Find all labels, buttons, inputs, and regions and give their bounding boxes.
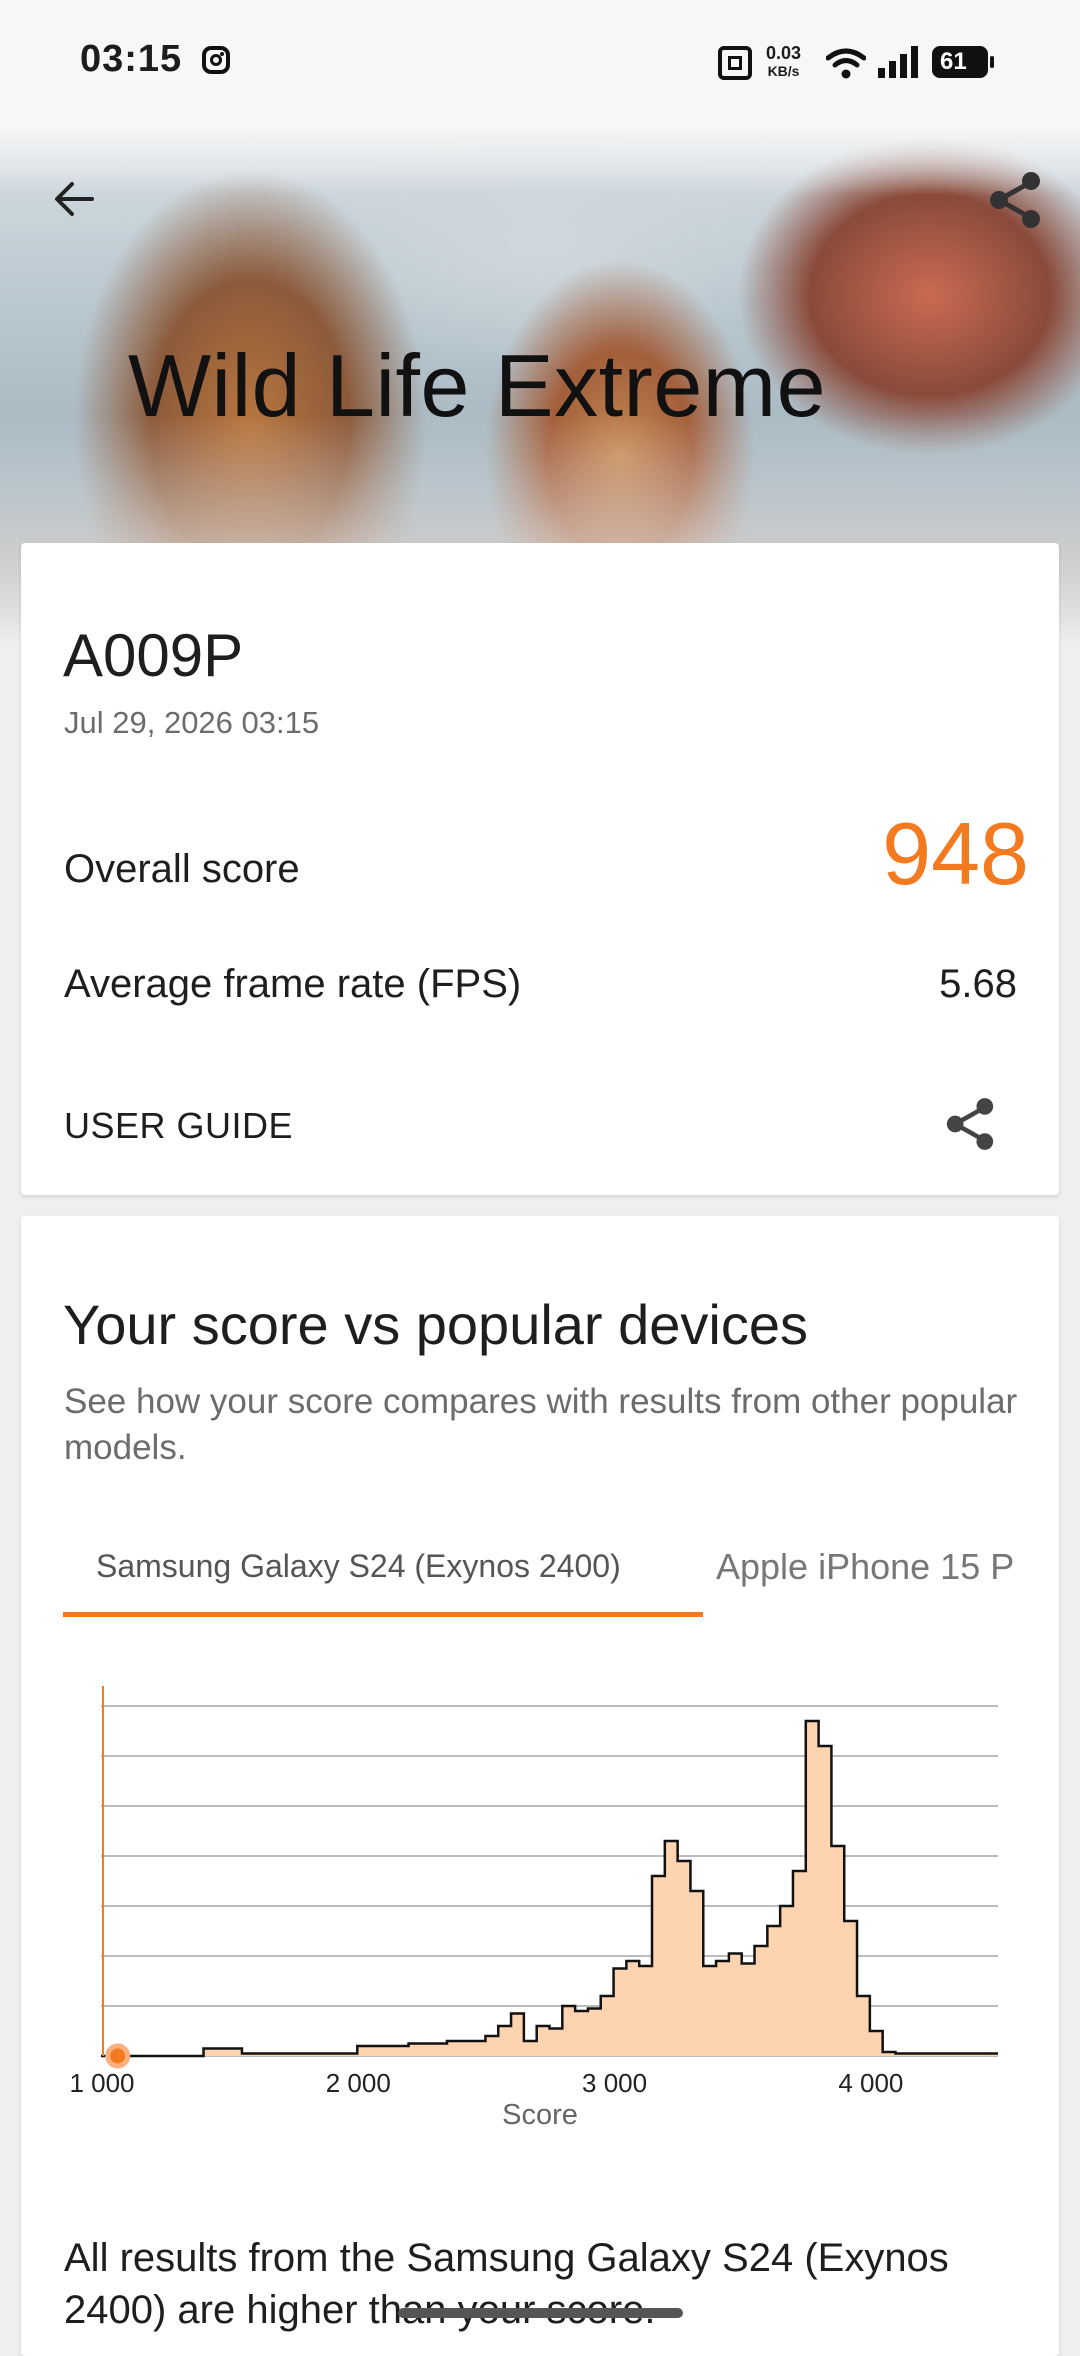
nfc-icon [718, 46, 752, 80]
comparison-title: Your score vs popular devices [63, 1293, 809, 1356]
instagram-icon [202, 46, 230, 74]
benchmark-title: Wild Life Extreme [128, 336, 827, 435]
network-speed-unit: KB/s [767, 63, 800, 79]
overall-score-label: Overall score [64, 847, 300, 891]
fps-label: Average frame rate (FPS) [64, 962, 522, 1006]
x-tick-label: 2 000 [326, 2068, 391, 2098]
x-tick-label: 3 000 [582, 2068, 647, 2098]
battery-icon: 61 [932, 46, 994, 78]
tab-indicator [63, 1612, 703, 1617]
home-indicator[interactable] [398, 2308, 683, 2318]
x-tick-label: 1 000 [69, 2068, 134, 2098]
hero-top-fade [0, 125, 1080, 195]
wifi-icon [826, 48, 866, 79]
x-axis-label: Score [502, 2099, 578, 2131]
share-icon[interactable] [988, 171, 1042, 229]
fps-value: 5.68 [939, 962, 1017, 1006]
share-icon[interactable] [945, 1097, 995, 1151]
x-tick-label: 4 000 [838, 2068, 903, 2098]
tab-apple-iphone-15[interactable]: Apple iPhone 15 P [716, 1546, 1038, 1588]
overall-score-value: 948 [882, 804, 1029, 903]
network-speed: 0.03 KB/s [766, 44, 801, 80]
comparison-card: Your score vs popular devices See how yo… [21, 1216, 1059, 2356]
result-date: Jul 29, 2026 03:15 [64, 705, 320, 740]
tab-samsung-galaxy-s24[interactable]: Samsung Galaxy S24 (Exynos 2400) [96, 1548, 621, 1585]
status-bar: 03:15 0.03 KB/s 61 [0, 0, 1080, 125]
score-distribution-chart: 1 000 2 000 3 000 4 000 Score [69, 1686, 998, 2131]
arrow-left-icon[interactable] [52, 177, 96, 221]
device-name: A009P [63, 622, 244, 689]
user-guide-link[interactable]: USER GUIDE [64, 1105, 293, 1147]
comparison-subtitle: See how your score compares with results… [64, 1382, 1018, 1467]
signal-icon [878, 46, 918, 78]
comparison-summary: All results from the Samsung Galaxy S24 … [64, 2236, 949, 2332]
status-time: 03:15 [80, 38, 183, 80]
your-score-marker [105, 2043, 131, 2069]
x-axis-ticks: 1 000 2 000 3 000 4 000 [69, 2068, 903, 2098]
result-card: A009P Jul 29, 2026 03:15 Overall score 9… [21, 543, 1059, 1195]
network-speed-value: 0.03 [766, 43, 802, 63]
